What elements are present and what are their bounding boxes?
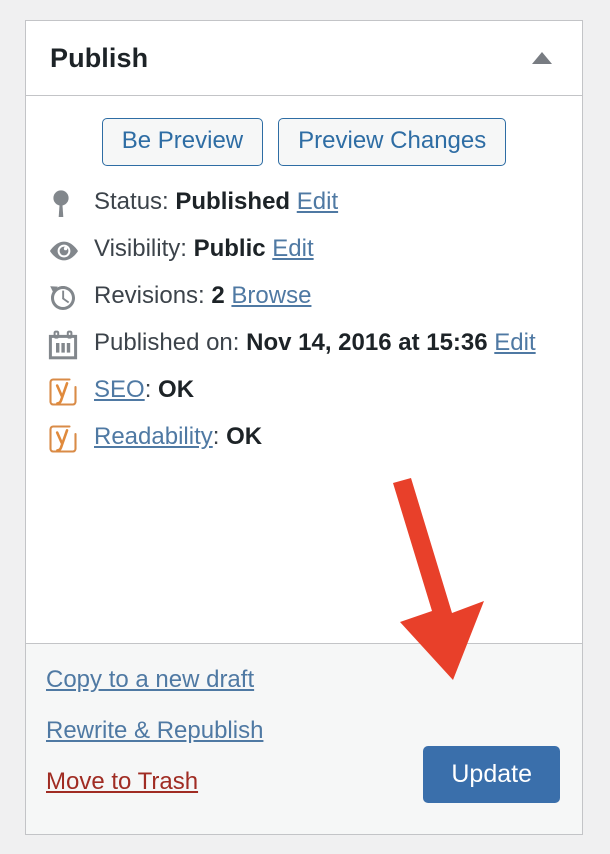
readability-separator: :	[212, 423, 220, 451]
edit-status-link[interactable]: Edit	[297, 188, 338, 215]
eye-icon	[48, 233, 94, 266]
toggle-panel-button[interactable]	[520, 21, 564, 95]
seo-link[interactable]: SEO	[94, 376, 145, 403]
published-on-label: Published on:	[94, 329, 240, 357]
revisions-label: Revisions:	[94, 282, 205, 310]
footer-link-list: Copy to a new draft Rewrite & Republish …	[46, 666, 263, 796]
published-on-value: Nov 14, 2016 at 15:36	[246, 329, 488, 357]
visibility-value: Public	[193, 235, 266, 263]
edit-published-date-link[interactable]: Edit	[494, 329, 535, 356]
browse-revisions-link[interactable]: Browse	[231, 282, 311, 309]
visibility-label: Visibility:	[94, 235, 187, 263]
seo-score-value: OK	[158, 376, 195, 404]
revisions-count: 2	[211, 282, 225, 310]
edit-visibility-link[interactable]: Edit	[272, 235, 313, 262]
yoast-icon	[48, 374, 94, 407]
misc-publishing-actions: Status: Published Edit Visibility: Publi…	[26, 170, 582, 470]
seo-separator: :	[144, 376, 152, 404]
update-button[interactable]: Update	[423, 746, 560, 803]
seo-score-text: SEO: OK	[94, 374, 562, 406]
publish-metabox: Publish Be Preview Preview Changes Statu…	[25, 20, 583, 835]
page-title: Publish	[50, 42, 149, 73]
readability-score-value: OK	[226, 423, 263, 451]
published-on-row: Published on: Nov 14, 2016 at 15:36 Edit	[26, 327, 582, 360]
status-text: Status: Published Edit	[94, 186, 562, 218]
revisions-text: Revisions: 2 Browse	[94, 280, 562, 312]
visibility-row: Visibility: Public Edit	[26, 233, 582, 266]
publish-metabox-header: Publish	[26, 21, 582, 96]
visibility-text: Visibility: Public Edit	[94, 233, 562, 265]
readability-score-text: Readability: OK	[94, 421, 562, 453]
major-publishing-actions: Copy to a new draft Rewrite & Republish …	[26, 643, 582, 834]
published-on-text: Published on: Nov 14, 2016 at 15:36 Edit	[94, 327, 562, 359]
rewrite-republish-link[interactable]: Rewrite & Republish	[46, 717, 263, 745]
calendar-icon	[48, 327, 94, 360]
pin-icon	[48, 186, 94, 219]
readability-score-row: Readability: OK	[26, 421, 582, 454]
yoast-icon	[48, 421, 94, 454]
be-preview-button[interactable]: Be Preview	[101, 118, 264, 167]
revisions-row: Revisions: 2 Browse	[26, 280, 582, 313]
status-value: Published	[175, 188, 291, 216]
revisions-clock-icon	[48, 280, 94, 313]
preview-changes-button[interactable]: Preview Changes	[278, 118, 507, 167]
triangle-up-icon	[532, 52, 552, 64]
readability-link[interactable]: Readability	[94, 423, 213, 450]
minor-publishing-actions: Be Preview Preview Changes	[26, 96, 582, 170]
move-to-trash-link[interactable]: Move to Trash	[46, 768, 263, 796]
copy-to-new-draft-link[interactable]: Copy to a new draft	[46, 666, 263, 694]
seo-score-row: SEO: OK	[26, 374, 582, 407]
status-label: Status:	[94, 188, 169, 216]
status-row: Status: Published Edit	[26, 186, 582, 219]
